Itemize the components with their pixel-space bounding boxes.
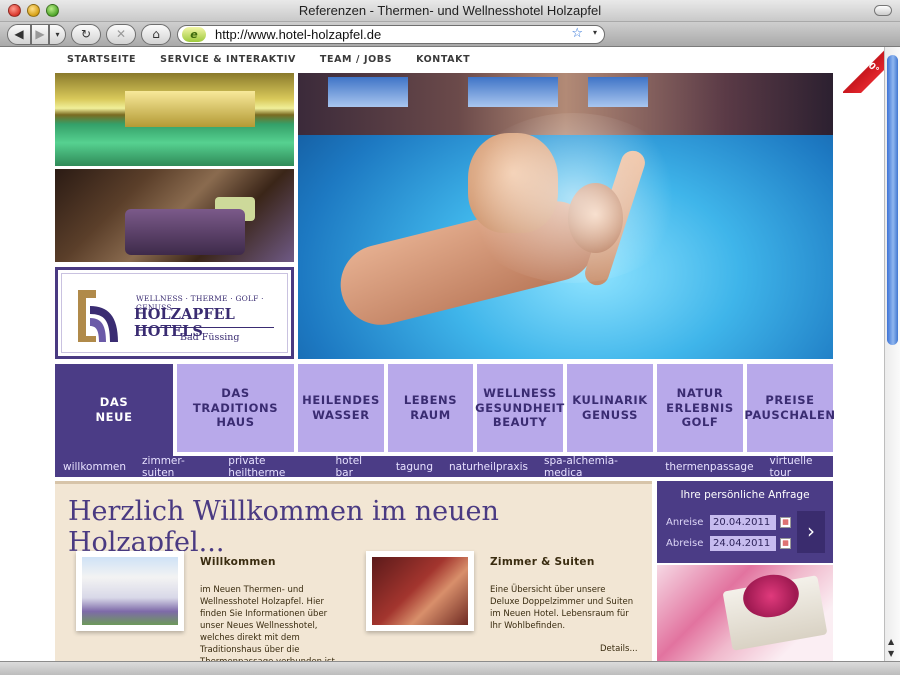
logo-divider bbox=[136, 327, 274, 328]
scroll-up-arrow-icon[interactable]: ▲ bbox=[888, 637, 894, 646]
history-dropdown-button[interactable]: ▾ bbox=[49, 24, 66, 45]
browser-window: Referenzen - Thermen- und Wellnesshotel … bbox=[0, 0, 900, 675]
subnav-willkommen[interactable]: willkommen bbox=[63, 461, 126, 473]
logo-place: Bad Füssing bbox=[180, 332, 240, 343]
logo-mark-icon bbox=[78, 290, 118, 342]
subnav-virtuelle-tour[interactable]: virtuelle tour bbox=[770, 455, 833, 479]
forward-button[interactable]: ▶ bbox=[31, 24, 49, 45]
scrollbar-thumb[interactable] bbox=[887, 55, 898, 345]
indoor-pool-photo bbox=[55, 73, 294, 166]
top-navigation: STARTSEITE SERVICE & INTERAKTIV TEAM / J… bbox=[67, 54, 470, 65]
topnav-team-jobs[interactable]: TEAM / JOBS bbox=[320, 54, 392, 65]
subnav-zimmer-suiten[interactable]: zimmer-suiten bbox=[142, 455, 212, 479]
tile-wellness[interactable]: WELLNESS GESUNDHEIT BEAUTY bbox=[475, 364, 564, 452]
gift-voucher-photo[interactable] bbox=[657, 565, 833, 661]
sub-navigation: willkommen zimmer-suiten private heilthe… bbox=[55, 455, 833, 479]
site-identity-icon: e bbox=[182, 27, 206, 42]
tile-heilendes-wasser[interactable]: HEILENDES WASSER bbox=[298, 364, 384, 452]
hotel-logo[interactable]: WELLNESS · THERME · GOLF · GENUSS HOLZAP… bbox=[55, 267, 294, 359]
card-text-willkommen: im Neuen Thermen- und Wellnesshotel Holz… bbox=[200, 585, 338, 661]
tile-lebensraum[interactable]: LEBENS RAUM bbox=[388, 364, 473, 452]
back-button[interactable]: ◀ bbox=[7, 24, 31, 45]
welcome-content: Herzlich Willkommen im neuen Holzapfel..… bbox=[55, 481, 652, 661]
inquiry-box: Ihre persönliche Anfrage Anreise ▦ Abrei… bbox=[657, 481, 833, 563]
hero-window bbox=[468, 77, 558, 107]
subnav-hotel-bar[interactable]: hotel bar bbox=[336, 455, 380, 479]
toolbar-toggle-button[interactable] bbox=[874, 5, 892, 16]
hero-window bbox=[328, 77, 408, 107]
reload-button[interactable]: ↻ bbox=[71, 24, 101, 45]
topnav-startseite[interactable]: STARTSEITE bbox=[67, 54, 136, 65]
home-button[interactable]: ⌂ bbox=[141, 24, 171, 45]
tile-natur-golf[interactable]: NATUR ERLEBNIS GOLF bbox=[657, 364, 743, 452]
topnav-kontakt[interactable]: KONTAKT bbox=[416, 54, 470, 65]
url-text[interactable]: http://www.hotel-holzapfel.de bbox=[215, 27, 381, 42]
tour-360-badge[interactable]: 360° bbox=[843, 49, 884, 93]
inquiry-title: Ihre persönliche Anfrage bbox=[680, 489, 810, 501]
category-tiles: DAS NEUE DAS TRADITIONS HAUS HEILENDES W… bbox=[55, 364, 835, 456]
page-viewport: STARTSEITE SERVICE & INTERAKTIV TEAM / J… bbox=[0, 47, 884, 661]
address-bar[interactable]: e http://www.hotel-holzapfel.de ☆ ▾ bbox=[177, 25, 605, 44]
bookmark-star-icon[interactable]: ☆ bbox=[571, 26, 583, 41]
vertical-scrollbar[interactable]: ▲ ▼ bbox=[884, 47, 900, 661]
arrival-label: Anreise bbox=[666, 517, 704, 528]
window-title: Referenzen - Thermen- und Wellnesshotel … bbox=[298, 3, 602, 18]
hero-pool-photo bbox=[298, 73, 833, 359]
status-bar bbox=[0, 661, 900, 675]
scroll-down-arrow-icon[interactable]: ▼ bbox=[888, 649, 894, 658]
page-headline: Herzlich Willkommen im neuen Holzapfel..… bbox=[68, 496, 499, 558]
details-link[interactable]: Details... bbox=[600, 644, 638, 654]
tile-kulinarik[interactable]: KULINARIK GENUSS bbox=[567, 364, 653, 452]
departure-date-input[interactable] bbox=[710, 536, 776, 551]
tile-preise[interactable]: PREISE PAUSCHALEN bbox=[744, 364, 835, 452]
subnav-spa-alchemia-medica[interactable]: spa-alchemia-medica bbox=[544, 455, 649, 479]
card-text-zimmer: Eine Übersicht über unsere Deluxe Doppel… bbox=[490, 585, 634, 631]
card-title-zimmer[interactable]: Zimmer & Suiten bbox=[490, 556, 595, 568]
suite-thumbnail[interactable] bbox=[366, 551, 474, 631]
tile-das-neue[interactable]: DAS NEUE bbox=[55, 364, 173, 456]
departure-calendar-icon[interactable]: ▦ bbox=[780, 538, 791, 549]
arrival-calendar-icon[interactable]: ▦ bbox=[780, 517, 791, 528]
subnav-tagung[interactable]: tagung bbox=[396, 461, 433, 473]
tile-traditionshaus[interactable]: DAS TRADITIONS HAUS bbox=[177, 364, 294, 452]
topnav-service-interaktiv[interactable]: SERVICE & INTERAKTIV bbox=[160, 54, 296, 65]
inquiry-submit-button[interactable]: › bbox=[797, 511, 825, 553]
subnav-private-heiltherme[interactable]: private heiltherme bbox=[228, 455, 319, 479]
card-title-willkommen[interactable]: Willkommen bbox=[200, 556, 276, 568]
hotel-exterior-thumbnail[interactable] bbox=[76, 551, 184, 631]
title-bar: Referenzen - Thermen- und Wellnesshotel … bbox=[0, 0, 900, 22]
subnav-naturheilpraxis[interactable]: naturheilpraxis bbox=[449, 461, 528, 473]
browser-toolbar: ◀ ▶ ▾ ↻ ✕ ⌂ e http://www.hotel-holzapfel… bbox=[0, 22, 900, 47]
departure-label: Abreise bbox=[666, 538, 704, 549]
url-history-dropdown-icon[interactable]: ▾ bbox=[593, 28, 597, 37]
lounge-photo bbox=[55, 169, 294, 262]
arrival-date-input[interactable] bbox=[710, 515, 776, 530]
subnav-thermenpassage[interactable]: thermenpassage bbox=[665, 461, 753, 473]
stop-button[interactable]: ✕ bbox=[106, 24, 136, 45]
hero-splash bbox=[458, 113, 688, 283]
hero-window bbox=[588, 77, 648, 107]
